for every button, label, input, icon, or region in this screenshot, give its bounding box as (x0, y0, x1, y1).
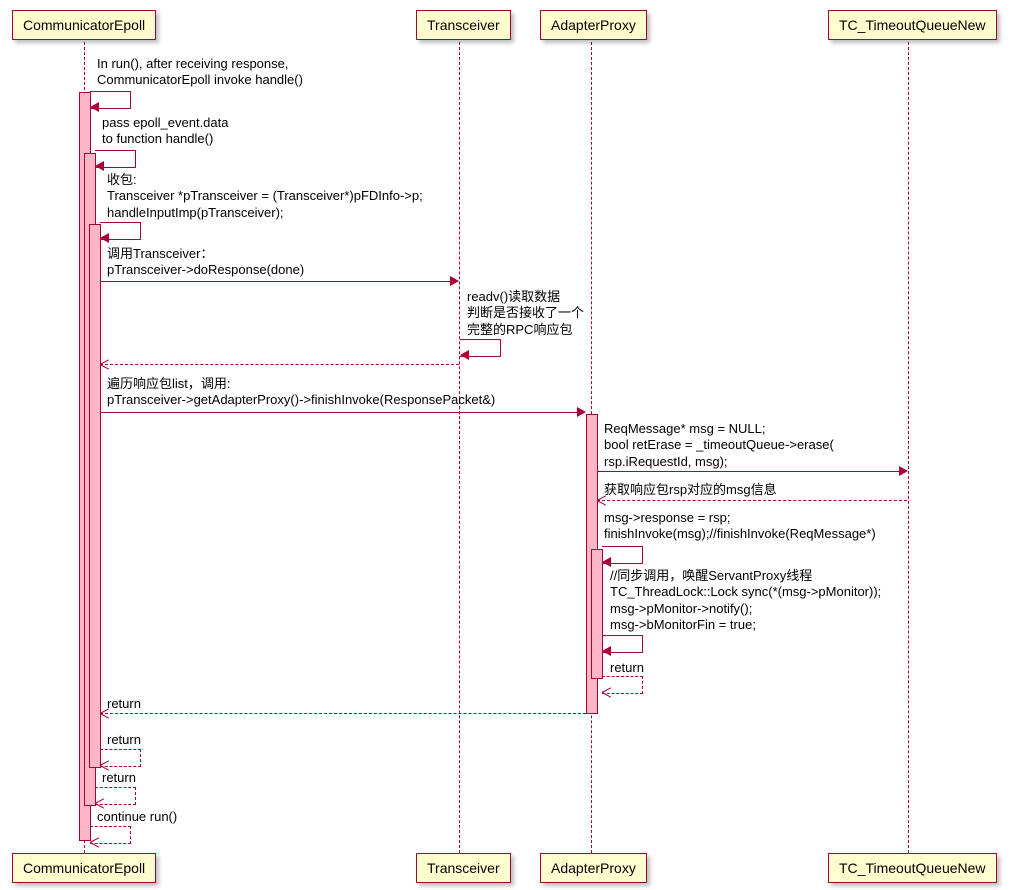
sequence-diagram: CommunicatorEpoll Transceiver AdapterPro… (6, 6, 1006, 884)
arrow-8 (597, 500, 907, 501)
self-return-15 (90, 826, 131, 844)
lifeline-transceiver (459, 42, 460, 853)
self-return-14 (95, 787, 136, 805)
participant-transceiver-top: Transceiver (416, 10, 511, 40)
message-timeout-queue-erase: ReqMessage* msg = NULL;bool retErase = _… (604, 421, 834, 470)
message-run-handle: In run(), after receiving response,Commu… (97, 56, 303, 89)
arrow-4 (100, 281, 450, 282)
message-pass-epoll-event: pass epoll_event.datato function handle(… (102, 115, 228, 148)
message-readv: readv()读取数据判断是否接收了一个完整的RPC响应包 (467, 289, 584, 338)
message-continue-run: continue run() (97, 809, 177, 825)
message-do-response: 调用Transceiver：pTransceiver->doResponse(d… (107, 246, 304, 279)
message-finish-invoke-packet: 遍历响应包list，调用:pTransceiver->getAdapterPro… (107, 376, 495, 409)
arrowhead-9 (602, 557, 611, 567)
message-finish-invoke-msg: msg->response = rsp;finishInvoke(msg);//… (604, 510, 876, 543)
message-get-msg-info: 获取响应包rsp对应的msg信息 (604, 482, 777, 498)
participant-adapter-proxy-bottom: AdapterProxy (540, 853, 647, 883)
message-return-ce2: return (102, 770, 136, 786)
arrowhead-3 (100, 233, 109, 243)
message-return-inner: return (610, 660, 644, 676)
arrowhead-5 (460, 350, 469, 360)
participant-communicator-epoll-top: CommunicatorEpoll (12, 10, 156, 40)
message-return-ap: return (107, 696, 141, 712)
participant-tc-timeoutqueuenew-bottom: TC_TimeoutQueueNew (828, 853, 997, 883)
message-handle-input-imp: 收包:Transceiver *pTransceiver = (Transcei… (107, 172, 423, 221)
activation-ce-3 (89, 224, 101, 768)
arrow-6 (100, 412, 577, 413)
arrow-return-transceiver (100, 364, 459, 365)
arrowhead-2 (95, 161, 104, 171)
participant-adapter-proxy-top: AdapterProxy (540, 10, 647, 40)
arrow-12 (100, 713, 586, 714)
participant-communicator-epoll-bottom: CommunicatorEpoll (12, 853, 156, 883)
message-return-ce3: return (107, 732, 141, 748)
participant-tc-timeoutqueuenew-top: TC_TimeoutQueueNew (828, 10, 997, 40)
activation-ap-2 (591, 549, 603, 679)
arrowhead-4 (450, 276, 459, 286)
message-sync-notify: //同步调用，唤醒ServantProxy线程TC_ThreadLock::Lo… (610, 568, 881, 633)
self-return-11 (602, 676, 643, 694)
self-return-13 (100, 749, 141, 767)
arrowhead-1 (90, 102, 99, 112)
lifeline-tc-timeoutqueuenew (908, 42, 909, 853)
arrowhead-10 (602, 646, 611, 656)
arrowhead-7 (899, 466, 908, 476)
participant-transceiver-bottom: Transceiver (416, 853, 511, 883)
arrowhead-6 (577, 407, 586, 417)
arrow-7 (597, 471, 899, 472)
